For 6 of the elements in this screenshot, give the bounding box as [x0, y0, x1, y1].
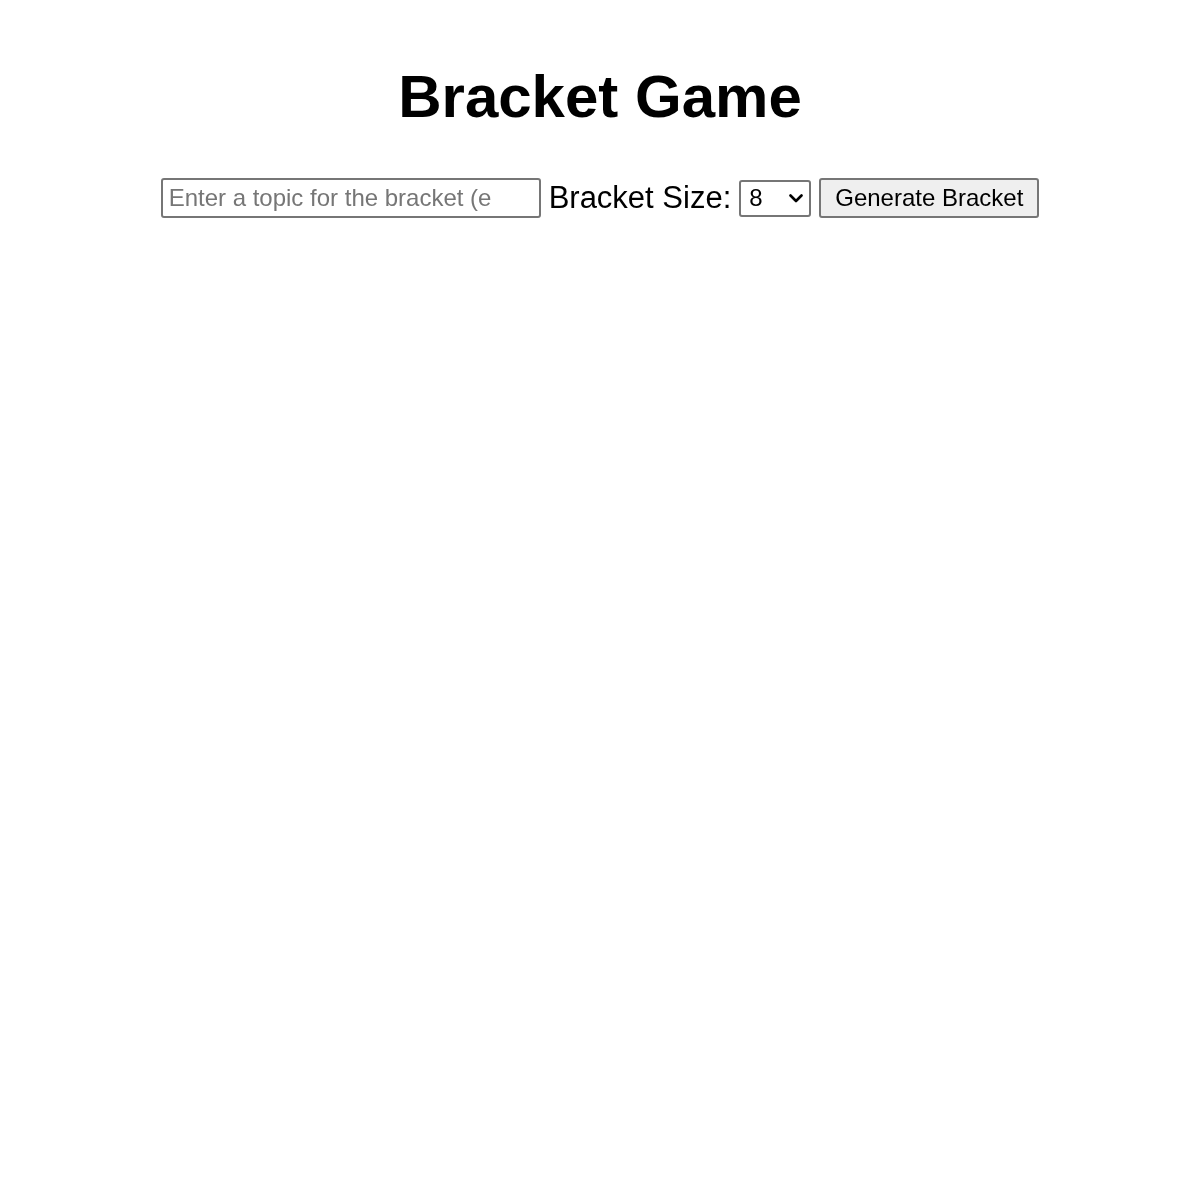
page-title: Bracket Game	[398, 62, 802, 132]
generate-bracket-button[interactable]: Generate Bracket	[819, 178, 1040, 218]
topic-input-field[interactable]: Enter a topic for the bracket (e	[160, 178, 541, 218]
chevron-down-icon	[789, 193, 804, 203]
bracket-size-label: Bracket Size:	[548, 180, 732, 216]
bracket-size-select[interactable]: 8	[739, 179, 812, 217]
